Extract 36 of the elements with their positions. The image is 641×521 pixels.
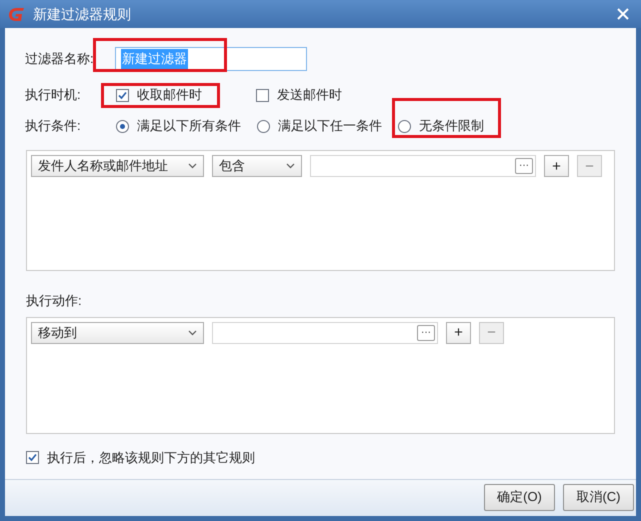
browse-button[interactable]: ···: [515, 158, 533, 174]
checkbox-label: 收取邮件时: [137, 86, 202, 104]
radio-button[interactable]: [116, 120, 129, 132]
dropdown[interactable]: 包含: [212, 155, 302, 177]
radio-label: 满足以下所有条件: [137, 117, 241, 136]
caret-icon: [188, 330, 197, 336]
add-button[interactable]: +: [446, 322, 471, 344]
ok-button[interactable]: 确定(O): [484, 484, 555, 510]
add-button[interactable]: +: [544, 155, 569, 177]
cancel-button[interactable]: 取消(C): [563, 484, 634, 510]
field-label: 过滤器名称:: [25, 50, 95, 68]
radio-button[interactable]: [257, 120, 270, 132]
checkbox-label: 执行后，忽略该规则下方的其它规则: [47, 448, 255, 466]
radio-button[interactable]: [398, 120, 411, 132]
value-field[interactable]: ···: [212, 322, 438, 344]
caret-icon: [188, 163, 197, 169]
value-field[interactable]: ···: [310, 155, 536, 177]
radio-label: 无条件限制: [419, 117, 484, 136]
dropdown[interactable]: 发件人名称或邮件地址: [31, 155, 204, 177]
caret-icon: [286, 163, 295, 169]
checkbox[interactable]: [26, 450, 39, 464]
dropdown[interactable]: 移动到: [31, 322, 204, 344]
checkbox[interactable]: [256, 88, 269, 102]
close-icon: [617, 8, 629, 20]
checkbox[interactable]: [116, 88, 129, 102]
app-logo-icon: [8, 6, 25, 22]
check-icon: [118, 90, 127, 100]
radio-label: 满足以下任一条件: [278, 117, 382, 136]
field-label: 执行时机:: [25, 86, 82, 104]
window-title: 新建过滤器规则: [33, 4, 132, 24]
field-label: 执行条件:: [25, 117, 82, 136]
check-icon: [28, 452, 37, 462]
selected-text: 新建过滤器: [121, 49, 188, 69]
checkbox-label: 发送邮件时: [277, 86, 342, 104]
browse-button[interactable]: ···: [417, 324, 435, 340]
section-label: 执行动作:: [26, 292, 83, 310]
